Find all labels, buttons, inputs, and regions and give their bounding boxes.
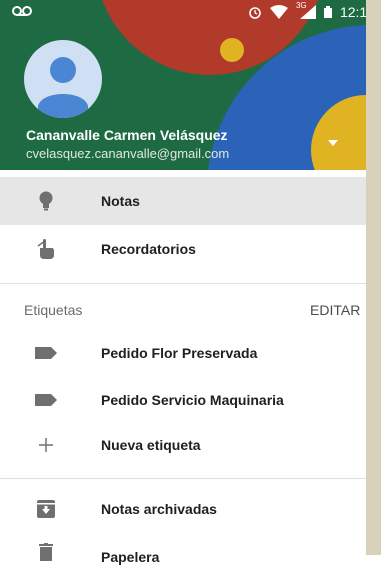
edit-labels-button[interactable]: EDITAR <box>310 302 360 318</box>
battery-icon <box>323 6 332 18</box>
label-item-maquinaria[interactable]: Pedido Servicio Maquinaria <box>0 376 366 424</box>
nav-item-archivadas[interactable]: Notas archivadas <box>0 485 366 533</box>
person-icon <box>38 57 88 118</box>
label-item-label: Pedido Servicio Maquinaria <box>101 392 284 408</box>
labels-section-title: Etiquetas <box>24 302 83 318</box>
background-app-edge <box>366 0 381 555</box>
new-label-button[interactable]: Nueva etiqueta <box>0 421 366 469</box>
divider <box>0 478 366 479</box>
plus-icon <box>34 421 58 469</box>
nav-item-label: Recordatorios <box>101 241 196 257</box>
wifi-icon <box>269 5 288 19</box>
nav-item-recordatorios[interactable]: Recordatorios <box>0 225 366 273</box>
label-icon <box>34 376 58 424</box>
nav-item-label: Notas archivadas <box>101 501 217 517</box>
divider <box>0 283 366 284</box>
voicemail-icon <box>12 4 32 20</box>
label-icon <box>34 329 58 377</box>
signal-icon <box>299 5 316 19</box>
alarm-icon <box>249 7 261 19</box>
account-email: cvelasquez.cananvalle@gmail.com <box>26 146 230 161</box>
lightbulb-icon <box>34 177 58 225</box>
nav-item-label: Notas <box>101 193 140 209</box>
account-name: Cananvalle Carmen Velásquez <box>26 127 228 143</box>
label-item-label: Pedido Flor Preservada <box>101 345 258 361</box>
avatar[interactable] <box>24 40 102 118</box>
nav-item-papelera[interactable]: Papelera <box>0 533 366 581</box>
archive-icon <box>34 485 58 533</box>
label-item-flor[interactable]: Pedido Flor Preservada <box>0 329 366 377</box>
status-bar-content: 3G 12:17 <box>0 0 381 26</box>
account-dropdown-icon[interactable] <box>328 140 338 146</box>
nav-item-notas[interactable]: Notas <box>0 177 366 225</box>
trash-icon <box>34 533 58 581</box>
nav-item-label: Papelera <box>101 549 160 565</box>
new-label-text: Nueva etiqueta <box>101 437 201 453</box>
reminder-hand-icon <box>34 225 58 273</box>
